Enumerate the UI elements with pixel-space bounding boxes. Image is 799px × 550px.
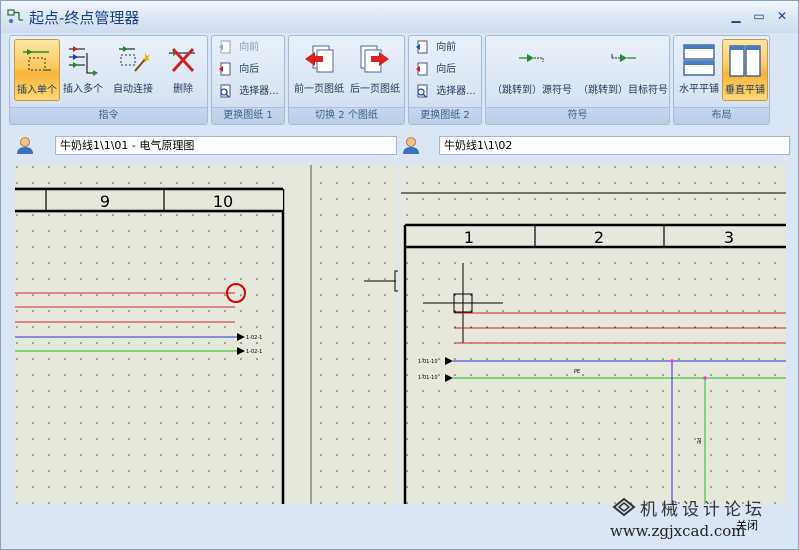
grid-dots xyxy=(401,165,786,504)
title-bar: 起点-终点管理器 ▁ ▭ ✕ xyxy=(1,1,798,33)
sheet2-backward-button[interactable]: 向后 xyxy=(415,60,495,80)
next-page-icon xyxy=(360,45,389,73)
jump-to-target-symbol-label: （跳转到）目标符号 xyxy=(578,85,668,96)
connection-dot xyxy=(703,376,707,380)
column-number: 2 xyxy=(594,228,604,247)
sheet1-forward-label: 向前 xyxy=(239,42,260,53)
group-commands-label: 指令 xyxy=(10,107,207,124)
close-button[interactable]: ✕ xyxy=(773,7,791,25)
right-drawing-pane[interactable]: 1 2 3 1-01-10 1-01-10 PE PE xyxy=(401,165,786,504)
column-number: 10 xyxy=(213,192,233,211)
maximize-button[interactable]: ▭ xyxy=(750,7,768,25)
delete-button[interactable]: 删除 xyxy=(160,39,206,101)
wire-label: 1-01-10 xyxy=(418,375,438,381)
wire-label: 1-02-1 xyxy=(246,349,262,355)
connection-dot xyxy=(670,359,674,363)
insert-single-icon xyxy=(23,49,51,71)
sheet2-forward-label: 向前 xyxy=(436,42,457,53)
tile-vertical-button[interactable]: 垂直平铺 xyxy=(722,39,768,101)
delete-label: 删除 xyxy=(173,84,193,95)
backward-icon xyxy=(416,62,428,76)
app-icon xyxy=(7,9,23,24)
group-change-sheet-1-label: 更换图纸 1 xyxy=(212,107,284,124)
previous-page-button[interactable]: 前一页图纸 xyxy=(294,39,344,101)
jump-to-target-symbol-button[interactable]: （跳转到）目标符号 xyxy=(578,40,668,102)
left-path-bar: 牛奶线1\1\01 - 电气原理图 xyxy=(15,132,399,158)
group-commands: 插入单个 插入多个 自动连接 删除 指令 xyxy=(9,35,208,125)
pe-label: PE xyxy=(695,438,701,444)
sheet1-selector-label: 选择器... xyxy=(239,86,279,97)
group-symbols: （跳转到）源符号 （跳转到）目标符号 符号 xyxy=(485,35,670,125)
insert-multiple-icon xyxy=(69,46,98,76)
window-title: 起点-终点管理器 xyxy=(29,9,140,27)
column-number: 3 xyxy=(724,228,734,247)
sheet1-backward-label: 向后 xyxy=(239,64,260,75)
group-change-sheet-2: 向前 向后 选择器... 更换图纸 2 xyxy=(408,35,482,125)
sheet1-selector-button[interactable]: 选择器... xyxy=(218,82,298,102)
forward-icon xyxy=(219,40,231,54)
forward-icon xyxy=(416,40,428,54)
left-drawing-pane[interactable]: 9 10 1-02-1 1-02-1 xyxy=(15,165,398,504)
selector-icon xyxy=(417,84,428,98)
sheet2-forward-button[interactable]: 向前 xyxy=(415,38,495,58)
right-path-bar: 牛奶线1\1\02 xyxy=(401,132,793,158)
jump-to-source-symbol-label: （跳转到）源符号 xyxy=(492,85,572,96)
next-page-button[interactable]: 后一页图纸 xyxy=(350,39,400,101)
grid-dots xyxy=(313,165,398,504)
tile-horizontal-icon xyxy=(683,44,715,76)
auto-connect-icon xyxy=(119,46,150,72)
group-switch-two-sheets: 前一页图纸 后一页图纸 切换 2 个图纸 xyxy=(288,35,405,125)
previous-page-label: 前一页图纸 xyxy=(294,84,344,95)
group-layout-label: 布局 xyxy=(674,107,769,124)
next-page-label: 后一页图纸 xyxy=(350,84,400,95)
sheet1-backward-button[interactable]: 向后 xyxy=(218,60,298,80)
tile-horizontal-button[interactable]: 水平平铺 xyxy=(676,39,722,101)
target-symbol-icon xyxy=(611,54,636,62)
wire-label: 1-01-10 xyxy=(418,359,438,365)
tile-vertical-label: 垂直平铺 xyxy=(725,85,765,96)
previous-page-icon xyxy=(305,45,334,73)
sheet1-forward-button[interactable]: 向前 xyxy=(218,38,298,58)
delete-icon xyxy=(169,47,195,73)
user-icon xyxy=(17,137,33,154)
grid-dots xyxy=(15,165,283,504)
group-change-sheet-2-label: 更换图纸 2 xyxy=(409,107,481,124)
column-number: 1 xyxy=(464,228,474,247)
minimize-button[interactable]: ▁ xyxy=(727,7,745,25)
group-change-sheet-1: 向前 向后 选择器... 更换图纸 1 xyxy=(211,35,285,125)
auto-connect-button[interactable]: 自动连接 xyxy=(110,39,156,101)
tile-vertical-icon xyxy=(729,45,761,77)
insert-multiple-button[interactable]: 插入多个 xyxy=(60,39,106,101)
watermark-url: www.zgjxcad.com xyxy=(610,522,746,540)
ribbon: 插入单个 插入多个 自动连接 删除 指令 向前 向后 选择器... 更换图纸 1… xyxy=(5,33,796,127)
group-switch-two-sheets-label: 切换 2 个图纸 xyxy=(289,107,404,124)
watermark: 机械设计论坛 www.zgjxcad.com xyxy=(606,495,796,547)
left-sheet-path-field[interactable]: 牛奶线1\1\01 - 电气原理图 xyxy=(55,136,397,155)
backward-icon xyxy=(219,62,231,76)
column-number: 9 xyxy=(100,192,110,211)
pe-label: PE xyxy=(574,369,580,375)
group-layout: 水平平铺 垂直平铺 布局 xyxy=(673,35,770,125)
sheet2-selector-label: 选择器... xyxy=(436,86,476,97)
sheet2-backward-label: 向后 xyxy=(436,64,457,75)
start-end-manager-window: 起点-终点管理器 ▁ ▭ ✕ 插入单个 插入多个 自动连接 删除 指令 向前 向… xyxy=(0,0,799,550)
left-schematic: 9 10 1-02-1 1-02-1 xyxy=(15,165,398,504)
user-icon xyxy=(403,137,419,154)
right-schematic: 1 2 3 1-01-10 1-01-10 PE PE xyxy=(401,165,786,504)
jump-to-source-symbol-button[interactable]: （跳转到）源符号 xyxy=(490,40,574,102)
sheet2-selector-button[interactable]: 选择器... xyxy=(415,82,495,102)
selector-icon xyxy=(220,84,231,98)
group-symbols-label: 符号 xyxy=(486,107,669,124)
source-symbol-icon xyxy=(519,54,544,62)
right-sheet-path-field[interactable]: 牛奶线1\1\02 xyxy=(439,136,790,155)
wire-label: 1-02-1 xyxy=(246,335,262,341)
forum-logo-icon xyxy=(612,497,636,517)
close-dialog-button[interactable]: 关闭 xyxy=(736,517,758,533)
interruption-point-symbol xyxy=(364,270,398,292)
